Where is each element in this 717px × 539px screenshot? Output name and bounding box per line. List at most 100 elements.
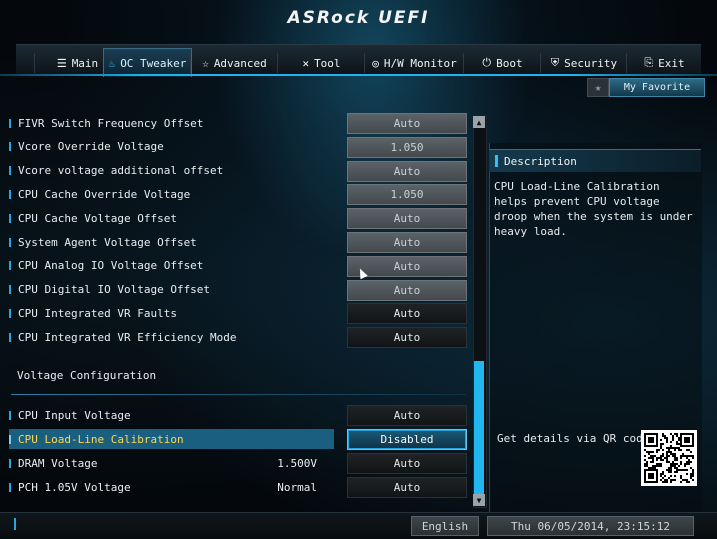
description-header: Description [489,149,701,172]
main-tab-bar: ☰ Main ♨ OC Tweaker ☆ Advanced ✕ Tool ◎ H/W Monit… [16,44,702,77]
setting-label: PCH 1.05V Voltage [18,480,131,494]
setting-label: CPU Integrated VR Efficiency Mode [18,330,237,344]
tab-tool[interactable]: ✕ Tool [277,53,365,73]
scroll-down-arrow-icon[interactable]: ▼ [473,494,485,506]
tab-security[interactable]: ⛨ Security [540,53,627,73]
description-title: Description [504,154,577,168]
setting-value-button[interactable]: Auto [347,303,467,325]
setting-label: CPU Digital IO Voltage Offset [18,283,211,297]
setting-label: CPU Input Voltage [18,408,131,422]
setting-row[interactable]: CPU Load-Line Calibration [9,429,334,449]
setting-label: Vcore voltage additional offset [18,164,224,178]
setting-label: Vcore Override Voltage [18,140,164,154]
row-bullet [9,142,11,152]
tab-exit[interactable]: ⎘ Exit [626,53,702,73]
flame-icon: ♨ [108,56,116,70]
row-bullet [9,189,11,199]
tab-oc-tweaker[interactable]: ♨ OC Tweaker [103,48,192,77]
setting-value-button[interactable]: Auto [347,208,467,230]
qr-label: Get details via QR code [497,432,650,445]
tab-label: Boot [496,56,523,70]
power-icon: ⏻ [482,56,492,69]
setting-label: CPU Cache Voltage Offset [18,211,177,225]
setting-value-button[interactable]: Auto [347,232,467,253]
setting-row[interactable]: CPU Input Voltage [9,405,334,425]
exit-icon: ⎘ [644,56,654,69]
row-bullet [9,166,11,176]
favorite-star-icon[interactable]: ★ [587,78,609,97]
footer-marker [14,518,16,530]
row-bullet [9,332,11,342]
setting-value-button[interactable]: Auto [347,327,467,349]
setting-label: CPU Load-Line Calibration [18,432,184,446]
header: ASRock UEFI [0,0,717,44]
setting-value-button[interactable]: Auto [347,477,467,498]
row-bullet [9,458,11,468]
my-favorite-button[interactable]: My Favorite [609,78,705,97]
star-icon: ☆ [202,56,209,70]
setting-value-button[interactable]: Auto [347,160,467,182]
shield-icon: ⛨ [550,56,560,69]
section-title-voltage-configuration: Voltage Configuration [17,369,157,382]
tab-label: Exit [658,56,685,70]
row-bullet [9,118,11,128]
row-bullet [9,237,11,247]
setting-label: CPU Analog IO Voltage Offset [18,259,204,273]
row-bullet [9,213,11,223]
setting-label: System Agent Voltage Offset [18,235,197,249]
setting-value-button[interactable]: Auto [347,113,467,134]
tab-advanced[interactable]: ☆ Advanced [190,53,278,73]
language-button[interactable]: English [411,516,479,536]
setting-row[interactable]: Vcore Override Voltage [9,137,334,157]
setting-current-value: 1.500V [277,456,317,470]
section-divider [11,394,466,395]
tab-label: Tool [314,56,341,70]
description-marker [495,155,498,167]
scrollbar-thumb[interactable] [474,361,484,494]
description-text: CPU Load-Line Calibration helps prevent … [494,180,693,238]
setting-value-button[interactable]: Auto [347,453,467,474]
row-bullet [9,482,11,492]
tab-label: H/W Monitor [383,56,457,70]
tab-boot[interactable]: ⏻ Boot [463,53,541,73]
setting-current-value: Normal [277,480,317,494]
setting-value-button[interactable]: Auto [347,405,467,426]
row-bullet [9,410,11,420]
row-bullet [9,285,11,295]
date-time-display: Thu 06/05/2014, 23:15:12 [487,516,694,536]
tools-icon: ✕ [302,56,310,70]
setting-value-button[interactable]: Disabled [347,429,467,450]
qr-code-icon [641,430,697,486]
setting-row[interactable]: CPU Analog IO Voltage Offset [9,256,334,276]
setting-label: CPU Integrated VR Faults [18,306,177,320]
tab-label: OC Tweaker [120,56,187,70]
tab-label: Advanced [213,56,267,70]
setting-row[interactable]: Vcore voltage additional offset [9,161,334,181]
row-bullet [9,434,11,444]
tab-label: Main [71,56,99,70]
row-bullet [9,308,11,318]
setting-row[interactable]: CPU Integrated VR Faults [9,303,334,323]
setting-row[interactable]: FIVR Switch Frequency Offset [9,113,334,133]
setting-label: DRAM Voltage [18,456,98,470]
setting-value-button[interactable]: Auto [347,279,467,301]
setting-row[interactable]: CPU Cache Voltage Offset [9,208,334,228]
setting-value-button[interactable]: 1.050 [347,136,467,158]
setting-label: CPU Cache Override Voltage [18,187,191,201]
tab-h-w-monitor[interactable]: ◎ H/W Monitor [364,53,464,73]
row-bullet [9,261,11,271]
setting-row[interactable]: DRAM Voltage 1.500V [9,453,334,473]
setting-row[interactable]: CPU Digital IO Voltage Offset [9,280,334,300]
setting-row[interactable]: CPU Cache Override Voltage [9,184,334,204]
monitor-icon: ◎ [372,56,379,70]
tab-accent-line [0,74,717,76]
list-icon: ☰ [56,56,67,70]
setting-row[interactable]: System Agent Voltage Offset [9,232,334,252]
setting-row[interactable]: PCH 1.05V Voltage Normal [9,477,334,497]
scroll-up-arrow-icon[interactable]: ▲ [473,116,485,128]
setting-value-button[interactable]: 1.050 [347,184,467,206]
setting-label: FIVR Switch Frequency Offset [18,116,204,130]
setting-row[interactable]: CPU Integrated VR Efficiency Mode [9,327,334,347]
tab-label: Security [564,56,618,70]
asrock-uefi-logo: ASRock UEFI [287,8,430,28]
